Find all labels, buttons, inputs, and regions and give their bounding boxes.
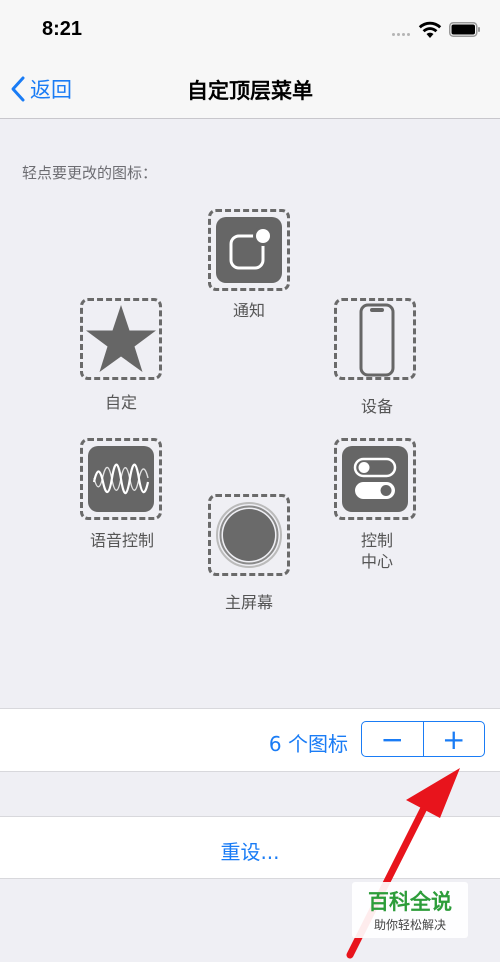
navigation-bar: 返回 自定顶层菜单	[0, 60, 500, 119]
icon-slot-voice-control[interactable]	[80, 438, 162, 520]
signal-dots-icon	[392, 33, 416, 37]
voice-control-tile	[88, 446, 154, 512]
notification-icon	[229, 226, 273, 270]
status-time: 8:21	[42, 18, 83, 40]
label-home: 主屏幕	[224, 593, 273, 612]
label-device: 设备	[360, 397, 393, 416]
icon-slot-device[interactable]	[334, 298, 416, 380]
home-button-icon	[216, 502, 282, 568]
watermark-title: 百科全说	[368, 890, 452, 914]
page-title: 自定顶层菜单	[187, 79, 313, 103]
label-custom: 自定	[104, 393, 137, 412]
decrease-button[interactable]: −	[362, 722, 424, 756]
icon-slot-home[interactable]	[208, 494, 290, 576]
star-icon	[86, 305, 156, 372]
status-bar: 8:21	[0, 0, 500, 60]
label-notifications: 通知	[232, 301, 265, 320]
icon-count-stepper: − +	[361, 721, 485, 757]
label-control-center: 控制 中心	[360, 531, 393, 571]
watermark-subtitle: 助你轻松解决	[373, 918, 446, 932]
notifications-tile	[216, 217, 282, 283]
wifi-icon	[418, 21, 442, 38]
device-phone-icon	[359, 303, 395, 377]
watermark-logo: 百科全说 助你轻松解决	[352, 882, 468, 938]
toggle-switches-icon	[353, 457, 397, 499]
icon-slot-custom[interactable]	[80, 298, 162, 380]
label-voice-control: 语音控制	[89, 531, 154, 550]
sound-wave-icon	[92, 463, 150, 495]
control-center-tile	[342, 446, 408, 512]
icon-count-label: 6 个图标	[268, 732, 348, 756]
battery-icon	[449, 22, 480, 37]
icon-slot-control-center[interactable]	[334, 438, 416, 520]
increase-button[interactable]: +	[424, 722, 485, 756]
instruction-text: 轻点要更改的图标：	[22, 164, 158, 182]
icon-slot-notifications[interactable]	[208, 209, 290, 291]
